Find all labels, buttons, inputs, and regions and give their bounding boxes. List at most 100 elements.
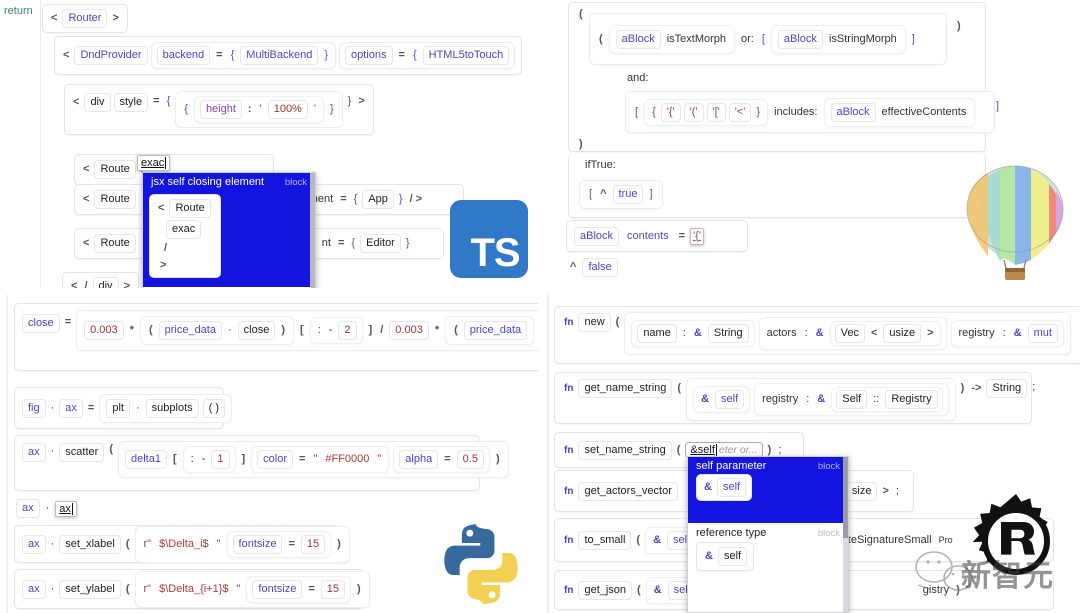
kwarg-name-alpha[interactable]: alpha [399,450,439,469]
type-registry[interactable]: Registry [885,390,938,409]
rust-path-type[interactable]: Self :: Registry [831,387,943,412]
rust-self-param[interactable]: & self [693,386,751,413]
fn-name-set-name-string[interactable]: set_name_string [578,440,672,460]
autocomplete-popup[interactable]: self parameter block & self reference ty… [687,456,849,613]
receiver-ablock[interactable]: aBlock [830,102,876,122]
alpha-value[interactable]: 0.5 [456,450,484,469]
return-type-string[interactable]: String [986,379,1028,398]
var-close[interactable]: close [22,314,60,333]
jsx-element-dndprovider[interactable]: < DndProvider backend = { MultiBackend }… [54,36,523,75]
autocomplete-popup[interactable]: jsx self closing element block < Route e… [142,172,316,288]
smalltalk-iftrue-group[interactable]: ifTrue: [ ^ true ] [568,154,986,218]
python-statement-set-ylabel[interactable]: ax · set_ylabel ( r" $\Delta_{i+1}$ " fo… [14,569,370,609]
selector-contents[interactable]: contents [622,227,674,245]
color-hex-value[interactable]: #FF0000 [323,452,371,467]
rust-editor[interactable]: fn new ( name : & String actors : & Vec … [542,293,1080,613]
param-name-name[interactable]: name [637,324,677,343]
inline-edit-field[interactable]: ax [55,500,77,517]
rust-param-registry[interactable]: registry : & mut [950,320,1064,347]
python-attribute-access-2[interactable]: ( price_data [445,316,535,345]
fn-name-get-actors-vector[interactable]: get_actors_vector [578,481,678,501]
fn-name-new[interactable]: new [578,313,611,332]
attr-options[interactable]: options = { HTML5toTouch [339,42,516,69]
char-literal-paren[interactable]: '(' [683,102,704,122]
tag-route[interactable]: Route [94,160,136,179]
number-literal-2[interactable]: 0.003 [389,321,429,340]
smalltalk-includes-expression[interactable]: [ { '{' '(' '[' '<' } includes: aBlock e… [625,91,995,133]
inline-edit-field[interactable]: exac [137,155,171,171]
python-ylabel-args[interactable]: r" $\Delta_{i+1}$ " fontsize = 15 ) [134,570,370,608]
attr-value-multibackend[interactable]: MultiBackend [240,46,319,65]
fn-set-xlabel[interactable]: set_xlabel [59,534,121,554]
fn-set-ylabel[interactable]: set_ylabel [59,579,121,599]
fn-name-get-json[interactable]: get_json [578,580,633,600]
python-slice[interactable]: : - 2 [309,317,363,344]
python-scatter-args[interactable]: delta1 [ : - 1 ] color = " #FF0000 " alp… [117,441,509,478]
attr-value-html5totouch[interactable]: HTML5toTouch [422,46,510,65]
var-ax[interactable]: ax [22,579,46,599]
python-attribute-access[interactable]: ( price_data · close ) [139,316,295,345]
fn-name-get-name-string[interactable]: get_name_string [578,379,673,398]
rust-fn-get-name-string[interactable]: fn get_name_string ( & self registry : &… [554,372,1035,424]
rust-param-list[interactable]: name : & String actors : & Vec < usize >… [624,312,1071,355]
smalltalk-editor[interactable]: ( ( aBlock isTextMorph or: [ aBlock isSt… [542,0,1080,288]
rust-param-name[interactable]: name : & String [631,320,755,347]
tag-dndprovider[interactable]: DndProvider [74,46,148,65]
python-statement-set-xlabel[interactable]: ax · set_xlabel ( r" $\Delta_i$ " fontsi… [14,525,350,563]
jsx-element-router[interactable]: < Router > [42,4,128,33]
autocomplete-item-reference-type[interactable]: reference type block & self [688,523,848,572]
param-name-actors[interactable]: actors [765,326,799,341]
autocomplete-scrollbar[interactable] [310,173,315,288]
receiver-ablock[interactable]: aBlock [615,29,661,49]
style-property-height[interactable]: height : ' 100% ' [193,96,324,123]
message-send-effectivecontents[interactable]: aBlock effectiveContents [823,97,976,127]
literal-false[interactable]: false [582,258,618,277]
empty-args[interactable]: ( ) [202,398,226,418]
python-statement-scatter[interactable]: ax · scatter ( delta1 [ : - 1 ] color = [14,435,509,491]
python-statement-close-assign[interactable]: close = 0.003 * ( price_data · close ) [… [14,303,538,371]
attr-close[interactable]: close [237,321,276,340]
var-fig[interactable]: fig [22,398,46,418]
message-send-istextmorph[interactable]: aBlock isTextMorph [608,24,735,54]
style-prop-value[interactable]: 100% [267,100,308,119]
kwarg-name-fontsize[interactable]: fontsize [232,534,283,554]
var-ax[interactable]: ax [22,534,46,554]
smalltalk-or-expression[interactable]: ( aBlock isTextMorph or: [ aBlock isStri… [589,13,947,65]
kwarg-alpha[interactable]: alpha = 0.5 [393,446,490,473]
autocomplete-item-selected[interactable]: jsx self closing element block [143,173,315,191]
smalltalk-block-return-true[interactable]: [ ^ true ] [579,180,663,209]
type-vec[interactable]: Vec [834,324,865,343]
var-ax[interactable]: ax [22,443,46,462]
type-string[interactable]: String [707,324,749,343]
python-statement-subplots[interactable]: fig · ax = plt · subplots ( ) [14,387,233,429]
rust-generic-vec[interactable]: Vec < usize > [829,321,941,346]
kwarg-fontsize[interactable]: fontsize = 15 [226,530,332,558]
python-call-subplots[interactable]: plt · subplots ( ) [99,393,233,423]
slice-index[interactable]: 2 [338,321,357,340]
attr-name-options[interactable]: options [345,46,393,65]
character-literal-array[interactable]: { '{' '(' '[' '<' } [644,98,769,126]
tag-route[interactable]: Route [94,234,136,253]
rust-param-registry[interactable]: registry : & Self :: Registry [754,383,949,416]
jsx-element-div[interactable]: < div style = { { height : ' 100% '}} … [64,84,374,135]
attr-value-app[interactable]: App [362,190,394,209]
char-literal-brace[interactable]: '{' [660,102,681,122]
number-literal[interactable]: 0.003 [84,321,124,340]
latex-string-ylabel[interactable]: $\Delta_{i+1}$ [157,582,230,597]
message-send-isstringmorph[interactable]: aBlock isStringMorph [770,24,906,54]
fontsize-value[interactable]: 15 [300,534,326,554]
smalltalk-assignment-statement[interactable]: aBlock contents = '{' [566,220,748,252]
char-literal-angle[interactable]: '<' [728,102,752,122]
tag-div[interactable]: div [84,93,111,112]
fontsize-value[interactable]: 15 [320,579,346,599]
fn-scatter[interactable]: scatter [59,443,105,462]
var-ax[interactable]: ax [59,398,83,418]
literal-true[interactable]: true [612,185,644,204]
attr-name-component-partial[interactable]: nt [320,236,333,251]
var-price-data-2[interactable]: price_data [463,321,528,340]
fn-subplots[interactable]: subplots [145,398,199,418]
tag-route[interactable]: Route [94,190,136,209]
kwarg-fontsize[interactable]: fontsize = 15 [246,575,352,603]
style-object[interactable]: { height : ' 100% ' } [175,91,343,128]
typescript-editor[interactable]: return < Router > < DndProvider backend [0,0,538,288]
